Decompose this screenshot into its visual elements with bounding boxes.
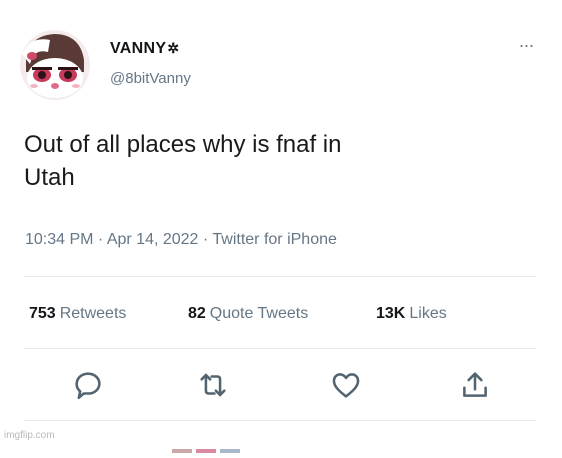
retweets-label: Retweets [59, 305, 127, 322]
tweet-text-line: Out of all places why is fnaf in [24, 131, 342, 158]
divider [24, 420, 536, 421]
user-handle[interactable]: @8bitVanny [110, 70, 191, 87]
reply-icon[interactable] [71, 368, 105, 402]
meta-separator: · [93, 231, 107, 248]
divider [24, 348, 536, 349]
tweet-date[interactable]: Apr 14, 2022 [107, 231, 199, 248]
quote-tweets-stat[interactable]: 82 Quote Tweets [188, 305, 308, 323]
tweet-source[interactable]: Twitter for iPhone [212, 231, 337, 248]
next-tweet-peek [172, 440, 250, 453]
retweets-count: 753 [29, 305, 56, 322]
name-star-glyph: ✲ [167, 40, 180, 56]
quote-tweets-label: Quote Tweets [209, 305, 309, 322]
tweet-time[interactable]: 10:34 PM [25, 231, 93, 248]
display-name-text: VANNY [110, 40, 167, 57]
quote-tweets-count: 82 [188, 305, 206, 322]
likes-stat[interactable]: 13K Likes [376, 305, 447, 323]
likes-count: 13K [376, 305, 406, 322]
share-icon[interactable] [458, 368, 492, 402]
tweet-card: VANNY✲ @8bitVanny ··· Out of all places … [0, 0, 562, 453]
avatar-image [20, 30, 90, 100]
imgflip-watermark: imgflip.com [4, 430, 55, 441]
like-icon[interactable] [329, 368, 363, 402]
tweet-meta: 10:34 PM · Apr 14, 2022 · Twitter for iP… [25, 231, 337, 249]
likes-label: Likes [409, 305, 447, 322]
tweet-text-line: Utah [24, 164, 75, 191]
retweets-stat[interactable]: 753 Retweets [29, 305, 126, 323]
action-bar [0, 368, 562, 404]
more-options-icon[interactable]: ··· [513, 36, 539, 54]
tweet-text: Out of all places why is fnaf in Utah [24, 128, 524, 194]
display-name[interactable]: VANNY✲ [110, 40, 179, 58]
meta-separator: · [198, 231, 213, 248]
retweet-icon[interactable] [196, 368, 230, 402]
divider [24, 276, 536, 277]
avatar[interactable] [20, 30, 90, 100]
